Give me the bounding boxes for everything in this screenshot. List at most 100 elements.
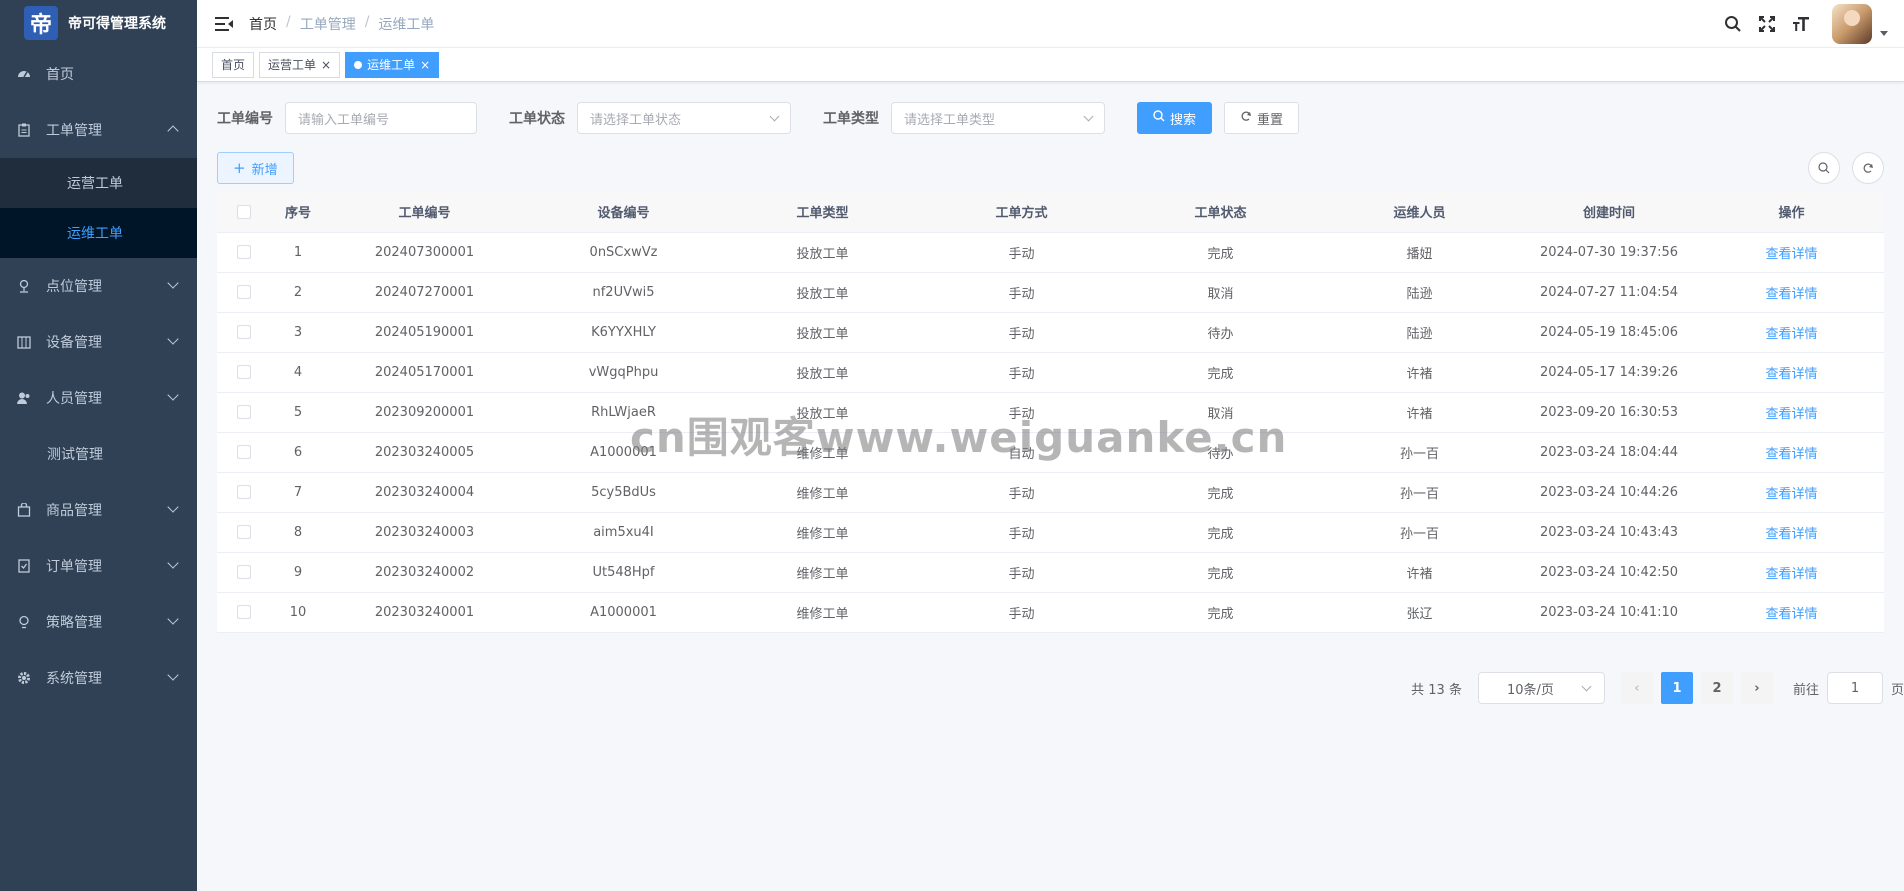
row-checkbox[interactable] [237, 605, 251, 619]
row-select-cell[interactable] [217, 392, 271, 433]
goto-page-input[interactable]: 1 [1826, 672, 1883, 704]
placeholder: 请选择工单状态 [590, 112, 682, 128]
view-details-link[interactable]: 查看详情 [1699, 392, 1884, 433]
order-no-input[interactable]: 请输入工单编号 [285, 102, 477, 134]
table-cell: 手动 [922, 552, 1121, 593]
table-cell: 投放工单 [723, 392, 922, 433]
sidebar-item-work-orders[interactable]: 工单管理 [0, 102, 197, 158]
next-page-button[interactable]: › [1740, 672, 1773, 704]
chevron-down-icon [167, 501, 179, 513]
table-cell: 投放工单 [723, 232, 922, 273]
row-checkbox[interactable] [237, 485, 251, 499]
sidebar-item-products[interactable]: 商品管理 [0, 482, 197, 538]
table-cell: 5 [271, 392, 325, 433]
app-logo[interactable]: 帝 帝可得管理系统 [0, 0, 197, 46]
sidebar-item-devices[interactable]: 设备管理 [0, 314, 197, 370]
table-row: 8 202303240003 aim5xu4I 维修工单 手动 完成 孙一百 2023-03-… [217, 512, 1884, 553]
plus-icon: + [233, 159, 246, 177]
status-select[interactable]: 请选择工单状态 [577, 102, 791, 134]
view-details-link[interactable]: 查看详情 [1699, 432, 1884, 473]
sidebar-item-operation-orders[interactable]: 运营工单 [0, 158, 197, 208]
search-form: 工单编号 请输入工单编号 工单状态 请选择工单状态 工单类型 请选择工单类型 搜… [217, 102, 1884, 134]
row-checkbox[interactable] [237, 565, 251, 579]
row-select-cell[interactable] [217, 432, 271, 473]
view-details-link[interactable]: 查看详情 [1699, 312, 1884, 353]
view-details-link[interactable]: 查看详情 [1699, 512, 1884, 553]
table-row: 1 202407300001 0nSCxwVz 投放工单 手动 完成 播妞 2024-07-3… [217, 232, 1884, 273]
table-cell: Ut548Hpf [524, 552, 723, 593]
breadcrumb-item[interactable]: 工单管理 [300, 14, 356, 34]
table-header-row: 序号 工单编号 设备编号 工单类型 工单方式 工单状态 运维人员 创建时间 操作 [217, 192, 1884, 233]
sidebar-item-orders[interactable]: 订单管理 [0, 538, 197, 594]
view-details-link[interactable]: 查看详情 [1699, 232, 1884, 273]
fullscreen-icon[interactable] [1750, 0, 1784, 48]
row-select-cell[interactable] [217, 232, 271, 273]
type-select[interactable]: 请选择工单类型 [891, 102, 1105, 134]
clipboard-icon [16, 122, 32, 138]
table-cell: 8 [271, 512, 325, 553]
table-cell: 维修工单 [723, 432, 922, 473]
page-button[interactable]: 2 [1700, 672, 1733, 704]
menu-fold-icon[interactable] [215, 16, 233, 31]
placeholder: 请选择工单类型 [904, 112, 996, 128]
table-cell: 自动 [922, 432, 1121, 473]
row-checkbox[interactable] [237, 285, 251, 299]
tag-home[interactable]: 首页 [212, 51, 255, 78]
sidebar-item-home[interactable]: 首页 [0, 46, 197, 102]
search-button[interactable]: 搜索 [1137, 102, 1213, 134]
user-avatar[interactable] [1832, 4, 1872, 44]
chevron-down-icon [1083, 111, 1094, 121]
row-select-cell[interactable] [217, 352, 271, 393]
page-button[interactable]: 1 [1660, 672, 1693, 704]
page-size-select[interactable]: 10条/页 [1477, 672, 1605, 704]
tag-operation-orders[interactable]: 运营工单 × [259, 51, 341, 78]
table-row: 9 202303240002 Ut548Hpf 维修工单 手动 完成 许褚 2023-03-2… [217, 552, 1884, 593]
sidebar-item-maintenance-orders[interactable]: 运维工单 [0, 208, 197, 258]
sidebar-item-label: 设备管理 [46, 335, 102, 351]
sidebar-item-personnel[interactable]: 人员管理 [0, 370, 197, 426]
table-cell: A1000001 [524, 592, 723, 633]
row-checkbox[interactable] [237, 365, 251, 379]
row-select-cell[interactable] [217, 552, 271, 593]
sidebar-item-strategy[interactable]: 策略管理 [0, 594, 197, 650]
row-checkbox[interactable] [237, 245, 251, 259]
row-checkbox[interactable] [237, 445, 251, 459]
tag-maintenance-orders[interactable]: 运维工单 × [345, 51, 440, 78]
search-icon [1818, 162, 1830, 174]
caret-down-icon[interactable] [1880, 30, 1888, 36]
view-details-link[interactable]: 查看详情 [1699, 272, 1884, 313]
sidebar-item-system[interactable]: 系统管理 [0, 650, 197, 706]
close-icon[interactable]: × [321, 58, 331, 72]
search-icon[interactable] [1716, 0, 1750, 48]
row-checkbox[interactable] [237, 525, 251, 539]
view-details-link[interactable]: 查看详情 [1699, 552, 1884, 593]
row-checkbox[interactable] [237, 405, 251, 419]
logo-icon: 帝 [24, 6, 58, 40]
breadcrumb-item[interactable]: 首页 [249, 14, 277, 34]
row-select-cell[interactable] [217, 272, 271, 313]
refresh-button[interactable] [1852, 152, 1884, 184]
view-details-link[interactable]: 查看详情 [1699, 592, 1884, 633]
table-cell: 202407300001 [325, 232, 524, 273]
row-select-cell[interactable] [217, 472, 271, 513]
table-cell: 取消 [1121, 392, 1320, 433]
prev-page-button[interactable]: ‹ [1620, 672, 1653, 704]
view-details-link[interactable]: 查看详情 [1699, 352, 1884, 393]
add-button[interactable]: + 新增 [217, 152, 294, 184]
font-size-icon[interactable] [1784, 0, 1818, 48]
row-select-cell[interactable] [217, 312, 271, 353]
select-all-cell[interactable] [217, 192, 271, 233]
table-cell: 2024-07-27 11:04:54 [1519, 272, 1699, 313]
toggle-search-button[interactable] [1808, 152, 1840, 184]
sidebar-item-locations[interactable]: 点位管理 [0, 258, 197, 314]
reset-button[interactable]: 重置 [1224, 102, 1300, 134]
view-details-link[interactable]: 查看详情 [1699, 472, 1884, 513]
table-toolbar: + 新增 [217, 152, 1884, 184]
close-icon[interactable]: × [420, 58, 430, 72]
row-checkbox[interactable] [237, 325, 251, 339]
sidebar-item-testing[interactable]: 测试管理 [0, 426, 197, 482]
row-select-cell[interactable] [217, 512, 271, 553]
row-select-cell[interactable] [217, 592, 271, 633]
select-all-checkbox[interactable] [237, 204, 251, 219]
sidebar-item-label: 运营工单 [67, 176, 123, 192]
